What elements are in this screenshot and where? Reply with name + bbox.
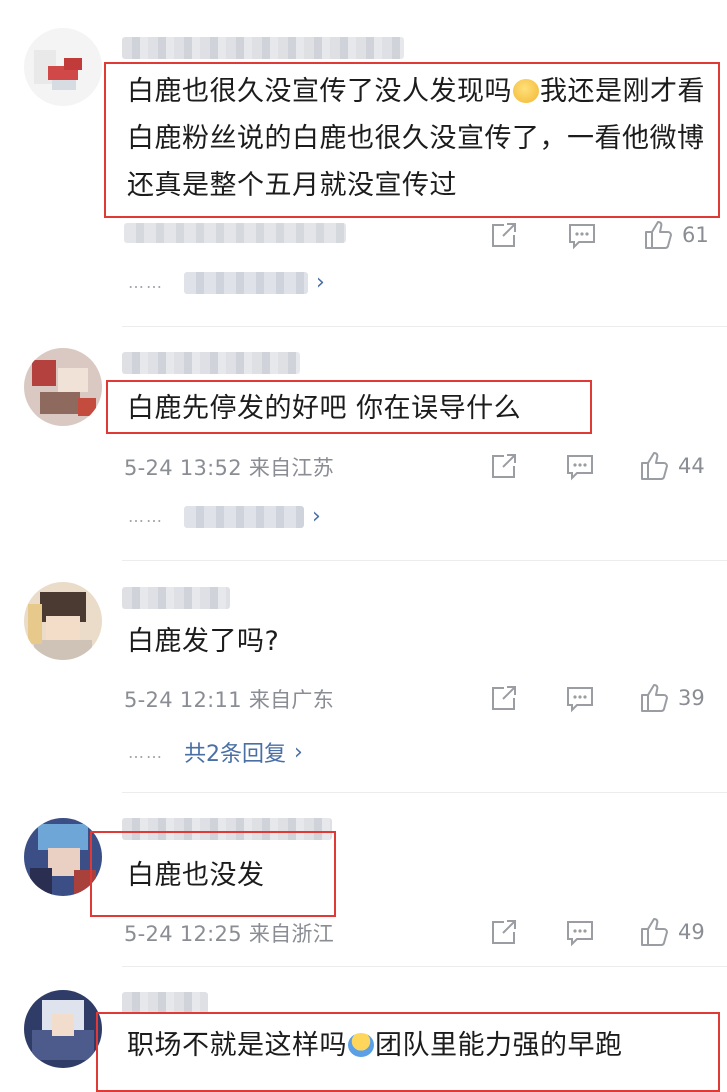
like-count: 61 <box>682 223 709 247</box>
like-icon <box>645 221 672 249</box>
timestamp-location: 5-24 12:25 来自浙江 <box>124 922 335 946</box>
like-count: 49 <box>678 920 705 944</box>
like-button[interactable]: 39 <box>638 678 705 718</box>
dots: …… <box>128 742 164 762</box>
comment-icon <box>567 687 593 713</box>
like-button[interactable]: 44 <box>638 446 705 486</box>
divider <box>122 560 727 561</box>
username[interactable] <box>122 587 230 609</box>
highlight-box <box>90 831 336 917</box>
share-button[interactable] <box>488 215 520 255</box>
highlight-box <box>106 380 592 434</box>
like-button[interactable]: 49 <box>638 912 705 952</box>
comment-button[interactable] <box>564 446 596 486</box>
highlight-box <box>104 62 720 218</box>
reply-count-blurred <box>184 271 308 294</box>
share-icon <box>492 920 516 944</box>
like-icon <box>641 684 668 712</box>
timestamp-location <box>124 223 346 243</box>
dots: …… <box>128 507 164 526</box>
comment-icon <box>567 921 593 947</box>
comment-icon <box>567 455 593 481</box>
share-icon <box>492 223 516 247</box>
like-count: 39 <box>678 686 705 710</box>
divider <box>122 792 727 793</box>
username[interactable] <box>122 352 300 374</box>
avatar[interactable] <box>24 28 102 106</box>
comment-button[interactable] <box>566 215 598 255</box>
divider <box>122 326 727 327</box>
dots: …… <box>128 273 164 292</box>
share-button[interactable] <box>488 446 520 486</box>
highlight-box <box>96 1012 720 1092</box>
timestamp-location: 5-24 12:11 来自广东 <box>124 688 335 712</box>
comment-icon <box>569 224 595 250</box>
comment-button[interactable] <box>564 912 596 952</box>
avatar[interactable] <box>24 582 102 660</box>
share-icon <box>492 454 516 478</box>
share-button[interactable] <box>488 678 520 718</box>
divider <box>122 966 727 967</box>
comment-actions: 39 <box>488 678 720 718</box>
avatar[interactable] <box>24 348 102 426</box>
like-button[interactable]: 61 <box>642 215 709 255</box>
comment-actions: 44 <box>488 446 720 486</box>
reply-link[interactable]: …… › <box>128 270 325 295</box>
username[interactable] <box>122 37 404 59</box>
chevron-right-icon: › <box>294 739 303 765</box>
avatar[interactable] <box>24 990 102 1068</box>
reply-count-blurred <box>184 505 304 528</box>
reply-count-link[interactable]: 共2条回复 <box>184 736 286 768</box>
reply-link[interactable]: …… 共2条回复 › <box>128 736 303 768</box>
reply-link[interactable]: …… › <box>128 504 321 529</box>
comment-text: 白鹿发了吗? <box>127 626 280 657</box>
comment-button[interactable] <box>564 678 596 718</box>
timestamp-location: 5-24 13:52 来自江苏 <box>124 456 335 480</box>
share-icon <box>492 686 516 710</box>
comment-actions: 61 <box>488 215 720 255</box>
like-icon <box>641 452 668 480</box>
chevron-right-icon: › <box>316 270 325 295</box>
comment-actions: 49 <box>488 912 720 952</box>
chevron-right-icon: › <box>312 504 321 529</box>
share-button[interactable] <box>488 912 520 952</box>
like-icon <box>641 918 668 946</box>
username[interactable] <box>122 992 208 1014</box>
like-count: 44 <box>678 454 705 478</box>
